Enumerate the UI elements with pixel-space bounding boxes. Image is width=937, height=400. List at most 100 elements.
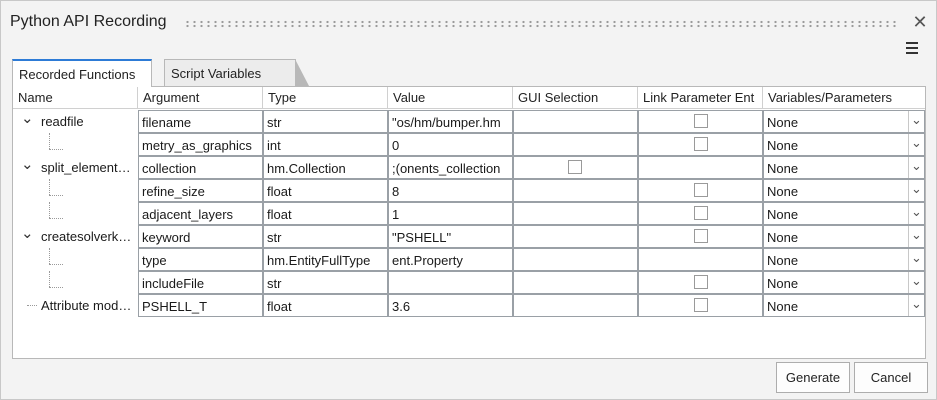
variables-dropdown[interactable]: None ⌄ — [763, 271, 925, 294]
gui-selection-checkbox[interactable] — [568, 160, 582, 174]
argument-cell[interactable]: type — [138, 248, 263, 271]
link-parameter-cell[interactable] — [638, 294, 763, 317]
value-input[interactable]: 1 — [388, 202, 513, 225]
generate-button[interactable]: Generate — [776, 362, 850, 393]
variables-dropdown[interactable]: None ⌄ — [763, 133, 925, 156]
table-row[interactable]: ⌄ createsolverk… keyword str "PSHELL" None ⌄ — [13, 225, 925, 248]
link-parameter-checkbox[interactable] — [694, 114, 708, 128]
type-cell[interactable]: float — [263, 179, 388, 202]
name-cell[interactable]: ⌄ readfile — [13, 110, 138, 133]
link-parameter-cell[interactable] — [638, 248, 763, 271]
value-input[interactable]: ent.Property — [388, 248, 513, 271]
table-row[interactable]: metry_as_graphics int 0 None ⌄ — [13, 133, 925, 156]
link-parameter-checkbox[interactable] — [694, 183, 708, 197]
name-cell[interactable] — [13, 271, 138, 294]
type-cell[interactable]: float — [263, 202, 388, 225]
value-input[interactable]: onents_collection); — [388, 156, 513, 179]
variables-dropdown[interactable]: None ⌄ — [763, 294, 925, 317]
cancel-button[interactable]: Cancel — [854, 362, 928, 393]
chevron-down-icon[interactable]: ⌄ — [908, 226, 924, 247]
table-row[interactable]: ⌄ readfile filename str os/hm/bumper.hm" None… — [13, 110, 925, 133]
gui-selection-cell[interactable] — [513, 110, 638, 133]
name-cell[interactable]: ⌄ createsolverk… — [13, 225, 138, 248]
chevron-down-icon[interactable]: ⌄ — [21, 156, 34, 173]
type-cell[interactable]: str — [263, 271, 388, 294]
column-header-name[interactable]: Name — [13, 87, 138, 109]
link-parameter-checkbox[interactable] — [694, 137, 708, 151]
name-cell[interactable] — [13, 248, 138, 271]
argument-cell[interactable]: keyword — [138, 225, 263, 248]
link-parameter-cell[interactable] — [638, 202, 763, 225]
chevron-down-icon[interactable]: ⌄ — [908, 249, 924, 270]
table-row[interactable]: refine_size float 8 None ⌄ — [13, 179, 925, 202]
name-cell[interactable]: Attribute mod… — [13, 294, 138, 317]
argument-cell[interactable]: PSHELL_T — [138, 294, 263, 317]
variables-dropdown[interactable]: None ⌄ — [763, 156, 925, 179]
argument-cell[interactable]: includeFile — [138, 271, 263, 294]
chevron-down-icon[interactable]: ⌄ — [908, 157, 924, 178]
value-input[interactable]: 3.6 — [388, 294, 513, 317]
link-parameter-checkbox[interactable] — [694, 229, 708, 243]
value-input[interactable] — [388, 271, 513, 294]
chevron-down-icon[interactable]: ⌄ — [908, 111, 924, 132]
link-parameter-checkbox[interactable] — [694, 298, 708, 312]
variables-dropdown[interactable]: None ⌄ — [763, 225, 925, 248]
name-cell[interactable] — [13, 179, 138, 202]
table-row[interactable]: ⌄ split_element… collection hm.Collection on… — [13, 156, 925, 179]
gui-selection-cell[interactable] — [513, 202, 638, 225]
table-row[interactable]: includeFile str None ⌄ — [13, 271, 925, 294]
link-parameter-checkbox[interactable] — [694, 275, 708, 289]
type-cell[interactable]: str — [263, 110, 388, 133]
table-row[interactable]: type hm.EntityFullType ent.Property None ⌄ — [13, 248, 925, 271]
gui-selection-cell[interactable] — [513, 271, 638, 294]
chevron-down-icon[interactable]: ⌄ — [908, 272, 924, 293]
name-cell[interactable] — [13, 202, 138, 225]
variables-dropdown[interactable]: None ⌄ — [763, 179, 925, 202]
value-input[interactable]: "PSHELL" — [388, 225, 513, 248]
close-icon[interactable]: ✕ — [911, 13, 929, 31]
tab-script-variables[interactable]: Script Variables — [164, 59, 309, 86]
variables-dropdown[interactable]: None ⌄ — [763, 248, 925, 271]
gui-selection-cell[interactable] — [513, 248, 638, 271]
table-row[interactable]: adjacent_layers float 1 None ⌄ — [13, 202, 925, 225]
value-input[interactable]: 0 — [388, 133, 513, 156]
column-header-value[interactable]: Value — [388, 87, 513, 109]
table-row[interactable]: Attribute mod… PSHELL_T float 3.6 None ⌄ — [13, 294, 925, 317]
link-parameter-checkbox[interactable] — [694, 206, 708, 220]
column-header-argument[interactable]: Argument — [138, 87, 263, 109]
column-header-type[interactable]: Type — [263, 87, 388, 109]
variables-dropdown[interactable]: None ⌄ — [763, 202, 925, 225]
gui-selection-cell[interactable] — [513, 225, 638, 248]
argument-cell[interactable]: adjacent_layers — [138, 202, 263, 225]
tab-recorded-functions[interactable]: Recorded Functions — [12, 59, 152, 87]
variables-dropdown[interactable]: None ⌄ — [763, 110, 925, 133]
chevron-down-icon[interactable]: ⌄ — [908, 180, 924, 201]
type-cell[interactable]: int — [263, 133, 388, 156]
value-input[interactable]: 8 — [388, 179, 513, 202]
gui-selection-cell[interactable] — [513, 294, 638, 317]
link-parameter-cell[interactable] — [638, 156, 763, 179]
argument-cell[interactable]: refine_size — [138, 179, 263, 202]
drag-grip[interactable] — [184, 20, 899, 28]
name-cell[interactable] — [13, 133, 138, 156]
title-bar[interactable]: Python API Recording ✕ — [1, 1, 936, 45]
hamburger-menu-icon[interactable] — [905, 41, 919, 55]
link-parameter-cell[interactable] — [638, 271, 763, 294]
type-cell[interactable]: float — [263, 294, 388, 317]
argument-cell[interactable]: metry_as_graphics — [138, 133, 263, 156]
column-header-gui-selection[interactable]: GUI Selection — [513, 87, 638, 109]
column-header-variables[interactable]: Variables/Parameters — [763, 87, 925, 109]
column-header-link-parameter[interactable]: Link Parameter Ent — [638, 87, 763, 109]
gui-selection-cell[interactable] — [513, 179, 638, 202]
link-parameter-cell[interactable] — [638, 133, 763, 156]
type-cell[interactable]: hm.EntityFullType — [263, 248, 388, 271]
value-input[interactable]: os/hm/bumper.hm" — [388, 110, 513, 133]
link-parameter-cell[interactable] — [638, 179, 763, 202]
argument-cell[interactable]: collection — [138, 156, 263, 179]
type-cell[interactable]: str — [263, 225, 388, 248]
name-cell[interactable]: ⌄ split_element… — [13, 156, 138, 179]
chevron-down-icon[interactable]: ⌄ — [21, 225, 34, 242]
chevron-down-icon[interactable]: ⌄ — [908, 134, 924, 155]
gui-selection-cell[interactable] — [513, 156, 638, 179]
type-cell[interactable]: hm.Collection — [263, 156, 388, 179]
